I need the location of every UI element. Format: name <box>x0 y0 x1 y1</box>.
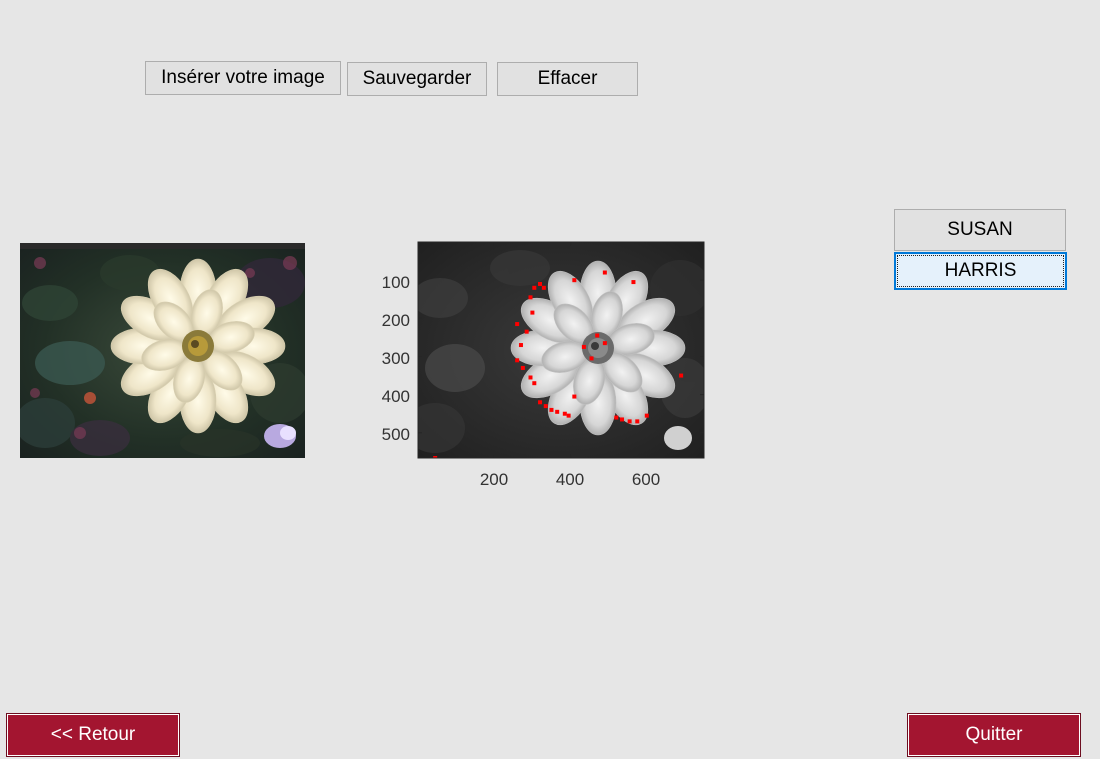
corner-point <box>532 285 537 290</box>
corner-point <box>549 407 554 412</box>
corner-point <box>602 270 607 275</box>
corner-point <box>541 285 546 290</box>
insert-image-button[interactable]: Insérer votre image <box>145 61 341 95</box>
corner-point <box>635 419 640 424</box>
y-axis: 100 200 300 400 500 <box>382 273 410 444</box>
corner-point <box>528 295 533 300</box>
corner-point <box>518 343 523 348</box>
corner-point <box>644 413 649 418</box>
corner-point <box>627 419 632 424</box>
x-tick-label: 400 <box>556 470 584 489</box>
back-button[interactable]: << Retour <box>6 713 180 757</box>
corner-point <box>530 310 535 315</box>
corner-point <box>515 358 520 363</box>
corner-point <box>679 373 684 378</box>
original-flower-image <box>20 243 305 458</box>
x-tick-label: 200 <box>480 470 508 489</box>
x-tick-label: 600 <box>632 470 660 489</box>
save-button[interactable]: Sauvegarder <box>347 62 487 96</box>
corner-point <box>614 415 619 420</box>
corner-point <box>528 375 533 380</box>
corner-point <box>538 281 543 286</box>
corner-point <box>520 365 525 370</box>
corner-point <box>515 322 520 327</box>
corner-point <box>532 381 537 386</box>
corner-point <box>581 344 586 349</box>
corner-point <box>589 356 594 361</box>
corner-point <box>555 409 560 414</box>
corner-point <box>572 278 577 283</box>
y-tick-label: 200 <box>382 311 410 330</box>
original-image-panel <box>20 243 305 458</box>
corner-point <box>566 413 571 418</box>
y-tick-label: 100 <box>382 273 410 292</box>
quit-button[interactable]: Quitter <box>907 713 1081 757</box>
corner-point <box>538 400 543 405</box>
susan-button[interactable]: SUSAN <box>894 209 1066 251</box>
corner-point <box>602 341 607 346</box>
corner-point <box>524 329 529 334</box>
corner-point <box>543 404 548 409</box>
grayscale-image <box>418 242 704 458</box>
y-tick-label: 300 <box>382 349 410 368</box>
clear-button[interactable]: Effacer <box>497 62 638 96</box>
corner-point <box>631 280 636 285</box>
harris-corner-plot: 100 200 300 400 500 200 400 600 <box>382 241 705 489</box>
corner-point <box>562 411 567 416</box>
corner-point <box>620 417 625 422</box>
corner-point <box>572 394 577 399</box>
harris-button[interactable]: HARRIS <box>894 252 1067 290</box>
x-axis: 200 400 600 <box>480 470 660 489</box>
y-tick-label: 400 <box>382 387 410 406</box>
y-tick-label: 500 <box>382 425 410 444</box>
corner-point <box>595 333 600 338</box>
